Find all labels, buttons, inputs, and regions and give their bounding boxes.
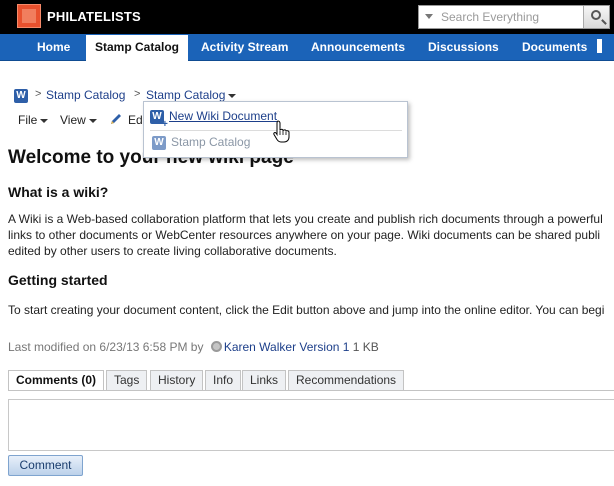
comment-button[interactable]: Comment [8,455,83,476]
view-menu-label: View [60,113,86,127]
tab-info[interactable]: Info [205,370,242,390]
philatelists-logo-icon[interactable] [17,4,41,28]
nav-documents[interactable]: Documents [522,34,587,61]
edit-button[interactable]: Ed [128,113,143,127]
breadcrumb-separator: > [35,88,42,100]
nav-activity-stream[interactable]: Activity Stream [201,34,288,61]
section-heading-getting-started: Getting started [8,272,108,288]
search-icon [591,10,601,20]
user-presence-icon [210,341,222,352]
version-link[interactable]: Version 1 [299,340,349,354]
section-heading-what-is-wiki: What is a wiki? [8,184,109,200]
hand-cursor-icon [273,120,290,143]
main-nav: Home Stamp Catalog Activity Stream Annou… [0,34,614,62]
last-modified-text: Last modified on 6/23/13 6:58 PM by [8,340,204,354]
nav-discussions[interactable]: Discussions [428,34,499,61]
nav-overflow-item[interactable] [597,39,602,53]
search-box[interactable]: Search Everything [418,5,610,29]
file-menu[interactable]: File [18,113,49,127]
breadcrumb-stamp-catalog-menu[interactable]: Stamp Catalog [146,88,237,102]
nav-home[interactable]: Home [37,34,70,61]
last-modified-info: Last modified on 6/23/13 6:58 PM by Kare… [8,340,379,354]
author-link[interactable]: Karen Walker [224,340,296,354]
plus-icon: + [162,119,168,130]
view-menu[interactable]: View [60,113,97,127]
chevron-down-icon [228,93,237,98]
comment-input[interactable] [8,399,614,451]
nav-stamp-catalog[interactable]: Stamp Catalog [86,35,189,62]
search-button[interactable] [583,6,609,28]
breadcrumb-stamp-catalog[interactable]: Stamp Catalog [46,88,125,102]
pencil-icon[interactable] [109,112,123,126]
wiki-icon: W [14,89,28,103]
search-scope-chevron-down-icon[interactable] [425,14,433,19]
top-bar: PHILATELISTS Search Everything [0,0,614,34]
file-menu-label: File [18,113,38,127]
file-size: 1 KB [352,340,379,354]
chevron-down-icon [88,118,97,123]
tab-links[interactable]: Links [242,370,287,390]
breadcrumb-separator: > [134,88,141,100]
chevron-down-icon [40,118,49,123]
paragraph-line: edited by other users to create living c… [8,244,337,258]
nav-announcements[interactable]: Announcements [311,34,405,61]
tab-history[interactable]: History [150,370,204,390]
tab-tags[interactable]: Tags [106,370,148,390]
tab-recommendations[interactable]: Recommendations [288,370,405,390]
paragraph-line: To start creating your document content,… [8,303,605,317]
tab-comments[interactable]: Comments (0) [8,370,105,391]
tab-underline [8,390,614,391]
search-input[interactable]: Search Everything [441,10,539,24]
breadcrumb-label: Stamp Catalog [146,88,226,102]
menu-item-stamp-catalog: Stamp Catalog [171,135,251,149]
brand-name[interactable]: PHILATELISTS [47,9,141,24]
wiki-icon: W [152,136,166,150]
menu-item-new-wiki-document[interactable]: New Wiki Document [169,109,277,123]
